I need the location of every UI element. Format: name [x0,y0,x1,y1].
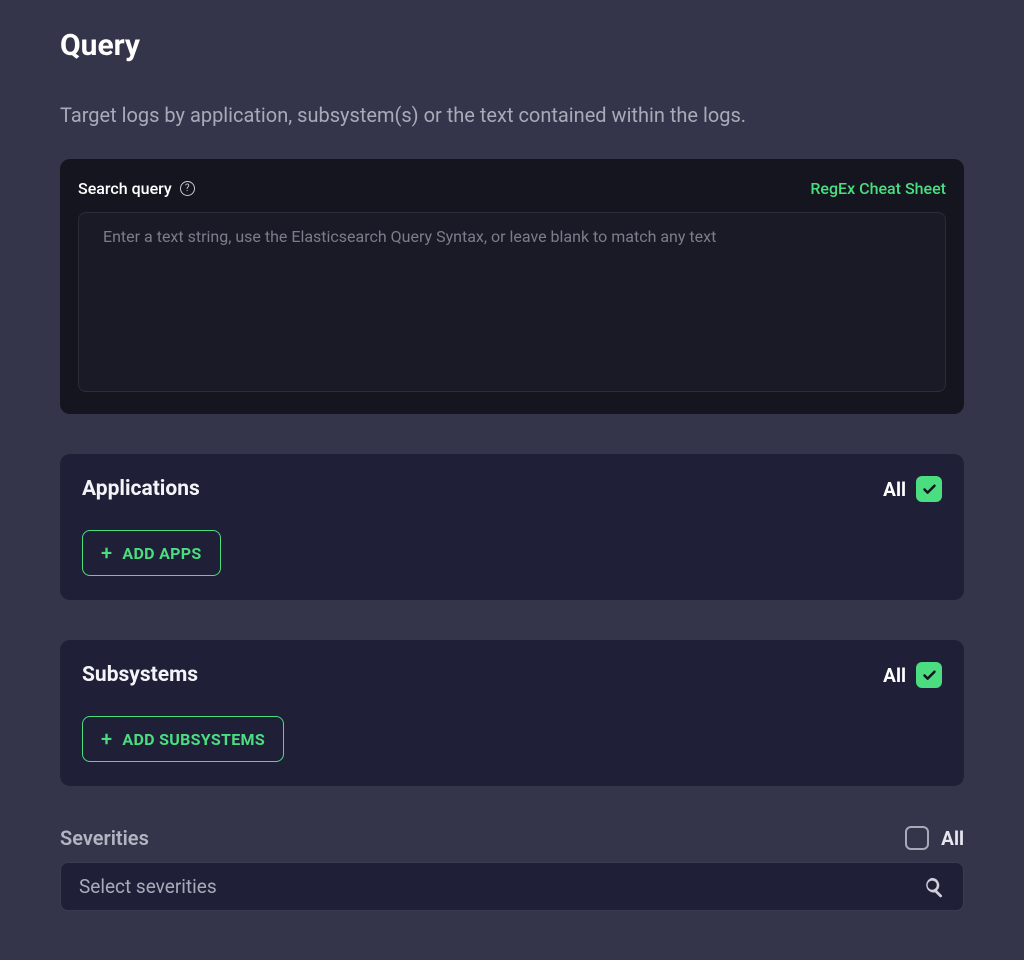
check-icon [922,482,937,497]
severities-all-checkbox[interactable] [905,826,929,850]
severities-select[interactable]: Select severities [60,862,964,911]
plus-icon: + [101,543,112,563]
subsystems-title: Subsystems [82,663,198,687]
check-icon [922,668,937,683]
search-icon [923,876,945,898]
subsystems-all-label: All [883,664,906,687]
help-icon[interactable] [180,181,195,196]
add-subsystems-label: ADD SUBSYSTEMS [122,730,265,749]
applications-all-label: All [883,478,906,501]
search-query-panel: Search query RegEx Cheat Sheet [60,159,964,414]
add-apps-button[interactable]: + ADD APPS [82,530,221,576]
severities-all-label: All [941,827,964,850]
severities-placeholder: Select severities [79,875,217,898]
subsystems-panel: Subsystems All + ADD SUBSYSTEMS [60,640,964,786]
regex-cheat-sheet-link[interactable]: RegEx Cheat Sheet [810,179,946,198]
page-subtitle: Target logs by application, subsystem(s)… [60,103,964,127]
add-subsystems-button[interactable]: + ADD SUBSYSTEMS [82,716,284,762]
applications-title: Applications [82,477,200,501]
severities-title: Severities [60,826,149,850]
search-query-label: Search query [78,179,172,198]
search-query-input[interactable] [78,212,946,392]
add-apps-label: ADD APPS [122,544,201,563]
page-title: Query [60,28,964,63]
plus-icon: + [101,729,112,749]
subsystems-all-checkbox[interactable] [916,662,942,688]
applications-panel: Applications All + ADD APPS [60,454,964,600]
applications-all-checkbox[interactable] [916,476,942,502]
